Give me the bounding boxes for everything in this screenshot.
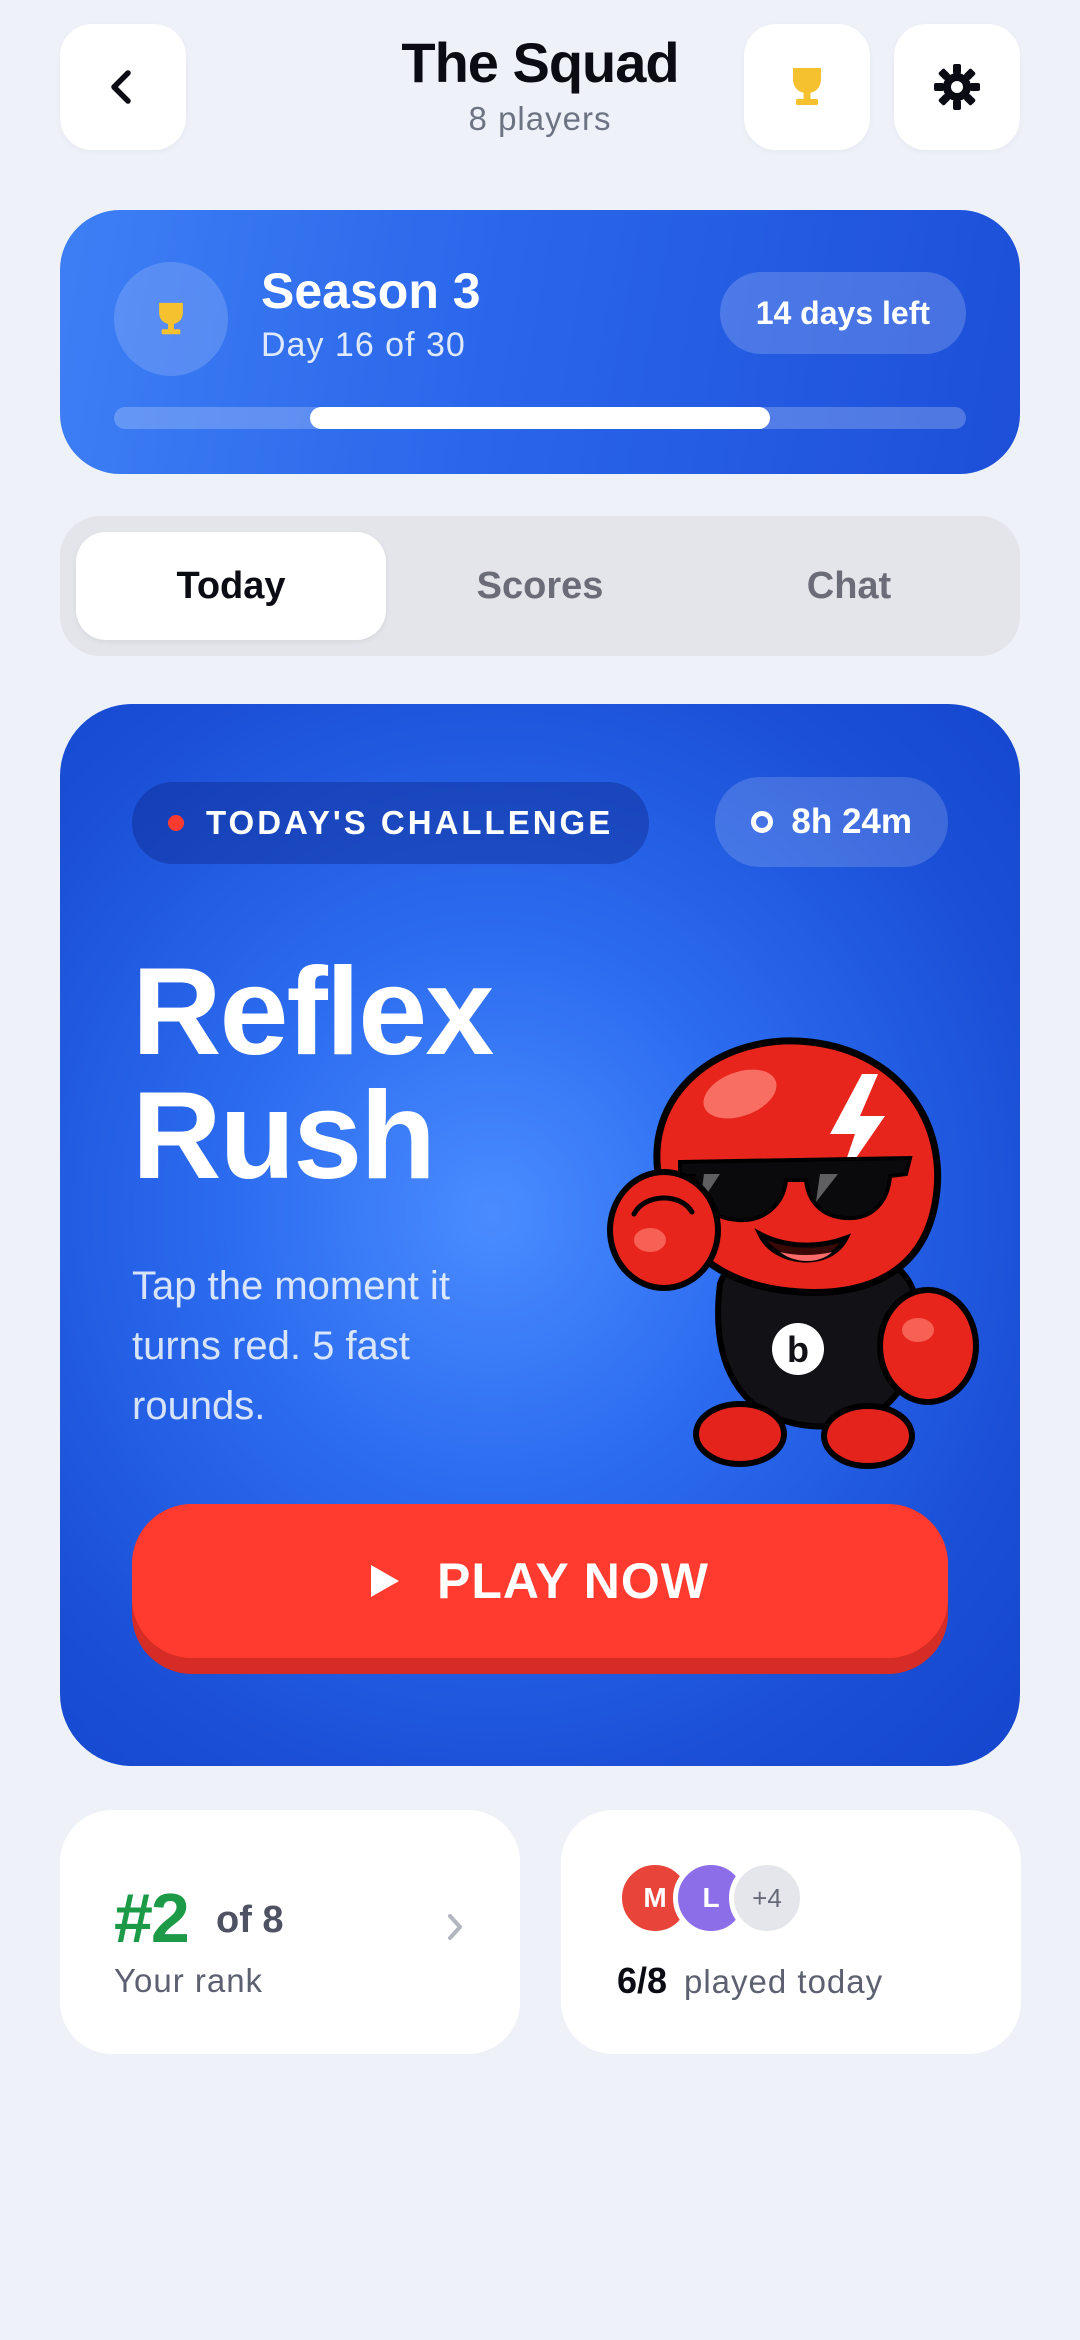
- play-now-button[interactable]: PLAY NOW: [132, 1504, 948, 1674]
- game-description: Tap the moment it turns red. 5 fast roun…: [132, 1264, 450, 1428]
- challenge-badge-label: TODAY'S CHALLENGE: [206, 804, 614, 841]
- tab-today[interactable]: Today: [76, 532, 386, 640]
- mascot-illustration: b: [607, 1037, 979, 1469]
- gear-icon: [934, 64, 980, 110]
- rank-label: Your rank: [114, 1962, 264, 1999]
- played-today-card[interactable]: M L +4 6/8 played today: [561, 1810, 1021, 2054]
- tab-chat[interactable]: Chat: [694, 532, 1004, 640]
- season-day: Day 16 of 30: [261, 326, 466, 364]
- trophy-icon: [793, 68, 821, 105]
- played-label: played today: [684, 1963, 884, 2000]
- play-icon: [371, 1565, 400, 1597]
- trophy-button[interactable]: [744, 24, 870, 150]
- timer-icon: [751, 811, 774, 833]
- live-dot-icon: [168, 815, 184, 831]
- season-progress-fill: [309, 407, 771, 429]
- game-title-line2: Rush: [132, 1067, 436, 1205]
- season-badge: [114, 262, 228, 376]
- rank-value: #2: [114, 1879, 190, 1957]
- days-left-badge: 14 days left: [719, 272, 966, 354]
- challenge-card: TODAY'S CHALLENGE 8h 24m Reflex Rush Tap…: [60, 704, 1020, 1766]
- game-title-line1: Reflex: [132, 943, 494, 1081]
- chevron-right-icon: [440, 1912, 470, 1942]
- season-title: Season 3: [261, 263, 481, 319]
- rank-of-total: of 8: [216, 1899, 284, 1941]
- trophy-icon: [159, 302, 183, 335]
- timer-badge: 8h 24m: [715, 777, 948, 867]
- settings-button[interactable]: [894, 24, 1020, 150]
- play-now-button-face: PLAY NOW: [132, 1504, 948, 1658]
- tab-bar: Today Scores Chat: [60, 516, 1020, 656]
- timer-label: 8h 24m: [791, 802, 912, 841]
- challenge-badge: TODAY'S CHALLENGE: [132, 782, 650, 864]
- season-progress-track: [114, 407, 966, 429]
- rank-card[interactable]: #2 of 8 Your rank: [60, 1810, 520, 2054]
- game-title: Reflex Rush: [132, 950, 652, 1198]
- played-count: 6/8: [617, 1960, 668, 2001]
- play-now-label: PLAY NOW: [437, 1553, 709, 1609]
- tab-scores[interactable]: Scores: [385, 532, 695, 640]
- mascot-shirt-letter: b: [787, 1329, 809, 1370]
- season-card[interactable]: Season 3 Day 16 of 30 14 days left: [60, 210, 1020, 474]
- more-players-badge: +4: [729, 1860, 805, 1936]
